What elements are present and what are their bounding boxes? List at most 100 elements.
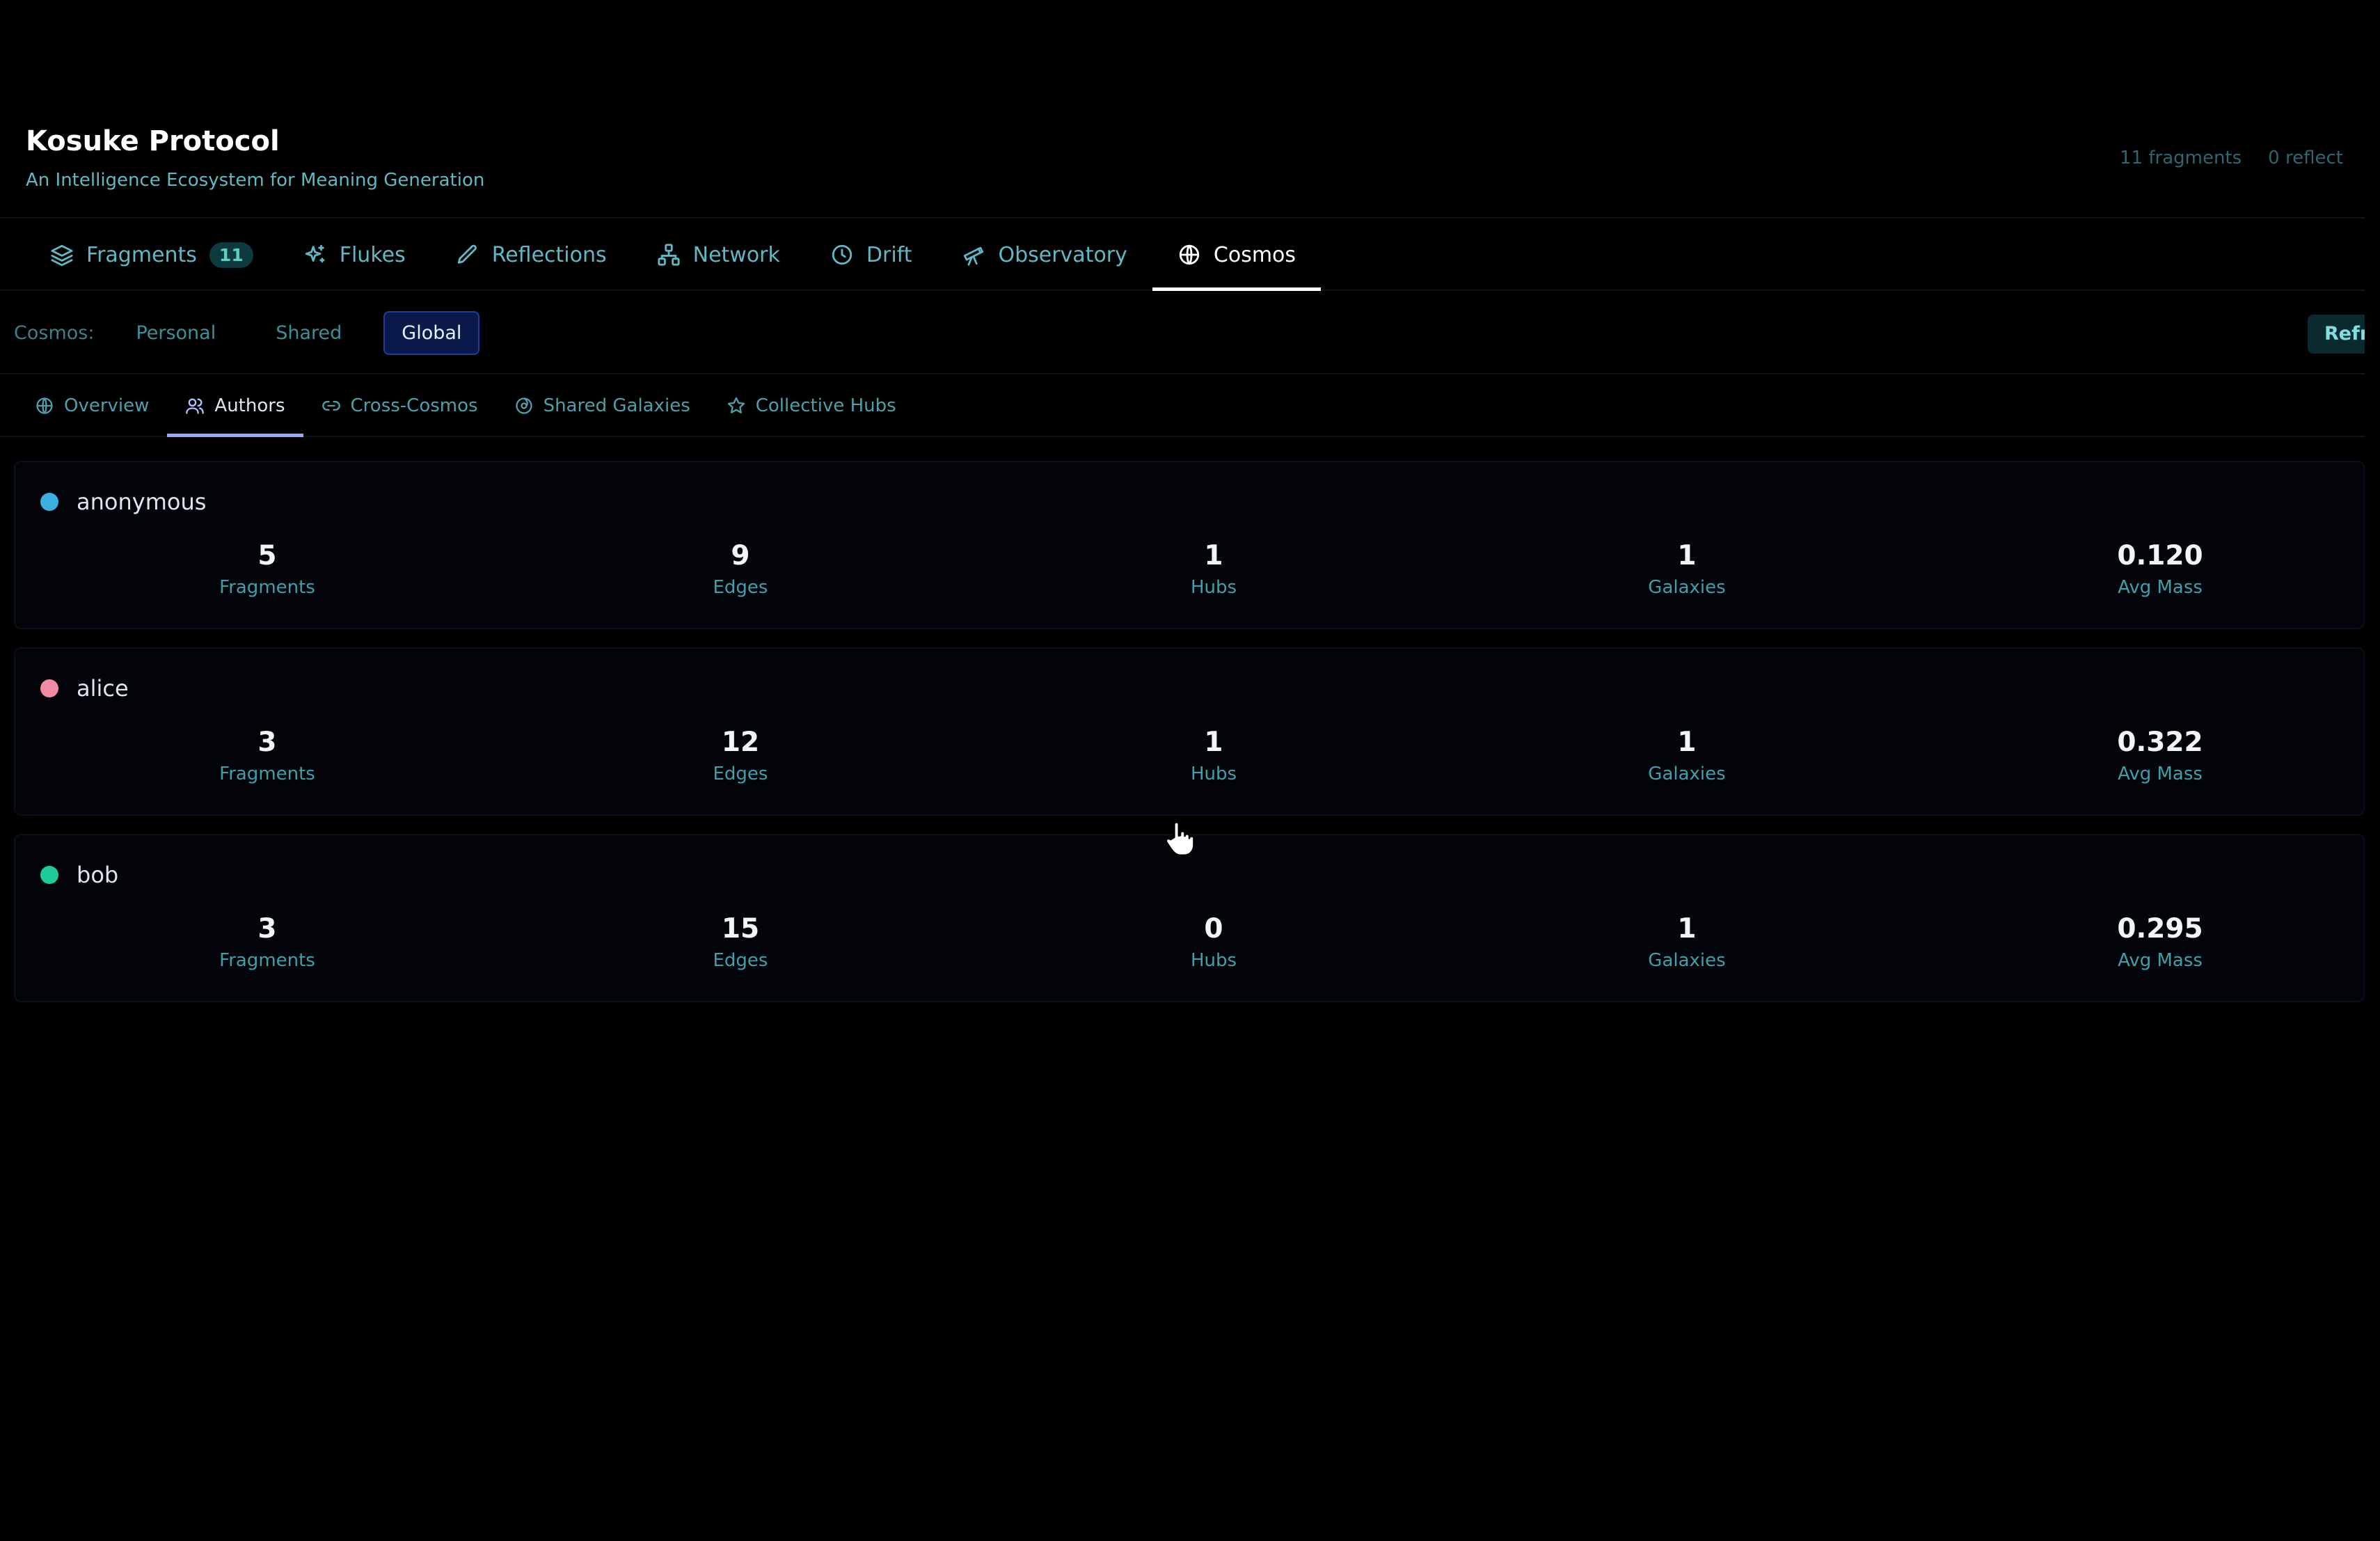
stat-hubs: 1 Hubs [1109, 727, 1318, 784]
author-card: anonymous 5 Fragments 9 Edges 1 Hubs 1 Galax… [14, 461, 2365, 629]
tab-cosmos[interactable]: Cosmos [1152, 220, 1322, 291]
stat-avg-mass: 0.295 Avg Mass [2056, 913, 2264, 971]
scope-shared-button[interactable]: Shared [257, 311, 360, 355]
tab-label: Flukes [339, 242, 406, 267]
author-color-dot [40, 493, 58, 511]
stat-value: 0.295 [2117, 913, 2203, 945]
stat-label: Fragments [219, 950, 315, 971]
tab-label: Reflections [491, 242, 607, 267]
tab-flukes[interactable]: Flukes [278, 220, 431, 290]
stat-value: 0 [1204, 913, 1223, 945]
stat-value: 0.322 [2117, 727, 2203, 758]
stat-label: Fragments [219, 764, 315, 784]
stat-label: Avg Mass [2118, 950, 2203, 971]
author-stats: 3 Fragments 12 Edges 1 Hubs 1 Galaxies 0.322… [15, 727, 2363, 796]
tab-network[interactable]: Network [632, 220, 805, 290]
subtab-collective-hubs[interactable]: Collective Hubs [708, 376, 914, 436]
stat-fragments: 5 Fragments [163, 540, 372, 598]
author-stats: 5 Fragments 9 Edges 1 Hubs 1 Galaxies 0.120 A… [15, 540, 2363, 610]
sparkles-icon [305, 244, 325, 263]
app-root: Kosuke Protocol An Intelligence Ecosyste… [0, 0, 2380, 1541]
stat-label: Hubs [1190, 577, 1237, 598]
globe-icon [36, 397, 53, 414]
author-header: alice [40, 675, 129, 702]
tab-fragments[interactable]: Fragments 11 [25, 220, 278, 290]
tab-observatory[interactable]: Observatory [937, 220, 1152, 290]
stat-label: Hubs [1190, 950, 1237, 971]
stat-fragments: 3 Fragments [163, 913, 372, 971]
subtab-shared-galaxies[interactable]: Shared Galaxies [496, 376, 708, 436]
telescope-icon [964, 246, 984, 266]
tab-reflections[interactable]: Reflections [431, 220, 632, 290]
author-name: anonymous [77, 489, 207, 515]
tab-label: Observatory [998, 242, 1127, 267]
stat-edges: 15 Edges [636, 913, 845, 971]
author-color-dot [40, 866, 58, 884]
stat-hubs: 0 Hubs [1109, 913, 1318, 971]
author-card: bob 3 Fragments 15 Edges 0 Hubs 1 Galaxies 0… [14, 834, 2365, 1002]
scope-global-button[interactable]: Global [383, 310, 480, 355]
users-icon [186, 398, 205, 414]
galaxy-icon [515, 397, 532, 414]
stat-label: Fragments [219, 577, 315, 598]
layers-icon [51, 244, 73, 267]
author-stats: 3 Fragments 15 Edges 0 Hubs 1 Galaxies 0.295… [15, 913, 2363, 983]
stat-value: 1 [1677, 727, 1697, 758]
stat-label: Edges [713, 764, 768, 784]
header-stats: 11 fragments 0 reflect [2120, 148, 2349, 168]
stat-value: 3 [257, 913, 277, 945]
tab-label: Drift [866, 242, 912, 267]
star-icon [727, 397, 745, 413]
stat-label: Edges [713, 950, 768, 971]
stat-galaxies: 1 Galaxies [1582, 913, 1791, 971]
hand-cursor-icon [1165, 821, 1195, 857]
stat-value: 1 [1204, 540, 1223, 571]
author-header: anonymous [40, 489, 206, 515]
network-icon [658, 244, 680, 266]
stat-edges: 12 Edges [636, 727, 845, 784]
scope-label: Cosmos: [14, 322, 95, 344]
subtab-label: Authors [214, 395, 285, 416]
stat-avg-mass: 0.120 Avg Mass [2056, 540, 2264, 598]
tab-label: Cosmos [1213, 242, 1296, 267]
tab-drift[interactable]: Drift [805, 220, 937, 290]
scope-personal-button[interactable]: Personal [118, 311, 234, 355]
stat-galaxies: 1 Galaxies [1582, 540, 1791, 598]
subtab-authors[interactable]: Authors [167, 376, 303, 437]
subtab-cross-cosmos[interactable]: Cross-Cosmos [303, 376, 496, 436]
subtab-label: Shared Galaxies [543, 395, 690, 416]
stat-avg-mass: 0.322 Avg Mass [2056, 727, 2264, 784]
stat-label: Galaxies [1648, 764, 1726, 784]
fragment-count-stat: 11 fragments [2120, 148, 2242, 168]
stat-label: Avg Mass [2118, 764, 2203, 784]
tab-label: Fragments [86, 242, 197, 267]
author-color-dot [40, 679, 58, 697]
subtab-label: Overview [64, 395, 150, 416]
main-tabs: Fragments 11 Flukes Reflections Network … [0, 220, 2365, 291]
stat-value: 15 [721, 913, 760, 945]
stat-value: 1 [1204, 727, 1223, 758]
stat-value: 12 [721, 727, 760, 758]
stat-value: 5 [257, 540, 277, 571]
stat-value: 3 [257, 727, 277, 758]
app-title: Kosuke Protocol [26, 125, 280, 157]
link-icon [322, 401, 340, 411]
subtab-label: Collective Hubs [755, 395, 896, 416]
refresh-button[interactable]: Refresh [2308, 315, 2365, 354]
subtab-overview[interactable]: Overview [17, 376, 167, 436]
authors-list: anonymous 5 Fragments 9 Edges 1 Hubs 1 Galax… [14, 461, 2365, 1020]
stat-value: 1 [1677, 913, 1697, 945]
cosmos-sub-tabs: Overview Authors Cross-Cosmos Shared Gal… [0, 376, 2365, 437]
stat-label: Galaxies [1648, 950, 1726, 971]
stat-value: 1 [1677, 540, 1697, 571]
stat-hubs: 1 Hubs [1109, 540, 1318, 598]
author-name: bob [77, 862, 119, 888]
cosmos-scope-bar: Cosmos: Personal Shared Global [0, 292, 2365, 374]
stat-edges: 9 Edges [636, 540, 845, 598]
stat-label: Avg Mass [2118, 577, 2203, 598]
reflection-count-stat: 0 reflect [2268, 148, 2343, 168]
author-card: alice 3 Fragments 12 Edges 1 Hubs 1 Galaxies… [14, 647, 2365, 816]
subtab-label: Cross-Cosmos [350, 395, 478, 416]
app-subtitle: An Intelligence Ecosystem for Meaning Ge… [26, 170, 485, 191]
stat-value: 9 [731, 540, 750, 571]
